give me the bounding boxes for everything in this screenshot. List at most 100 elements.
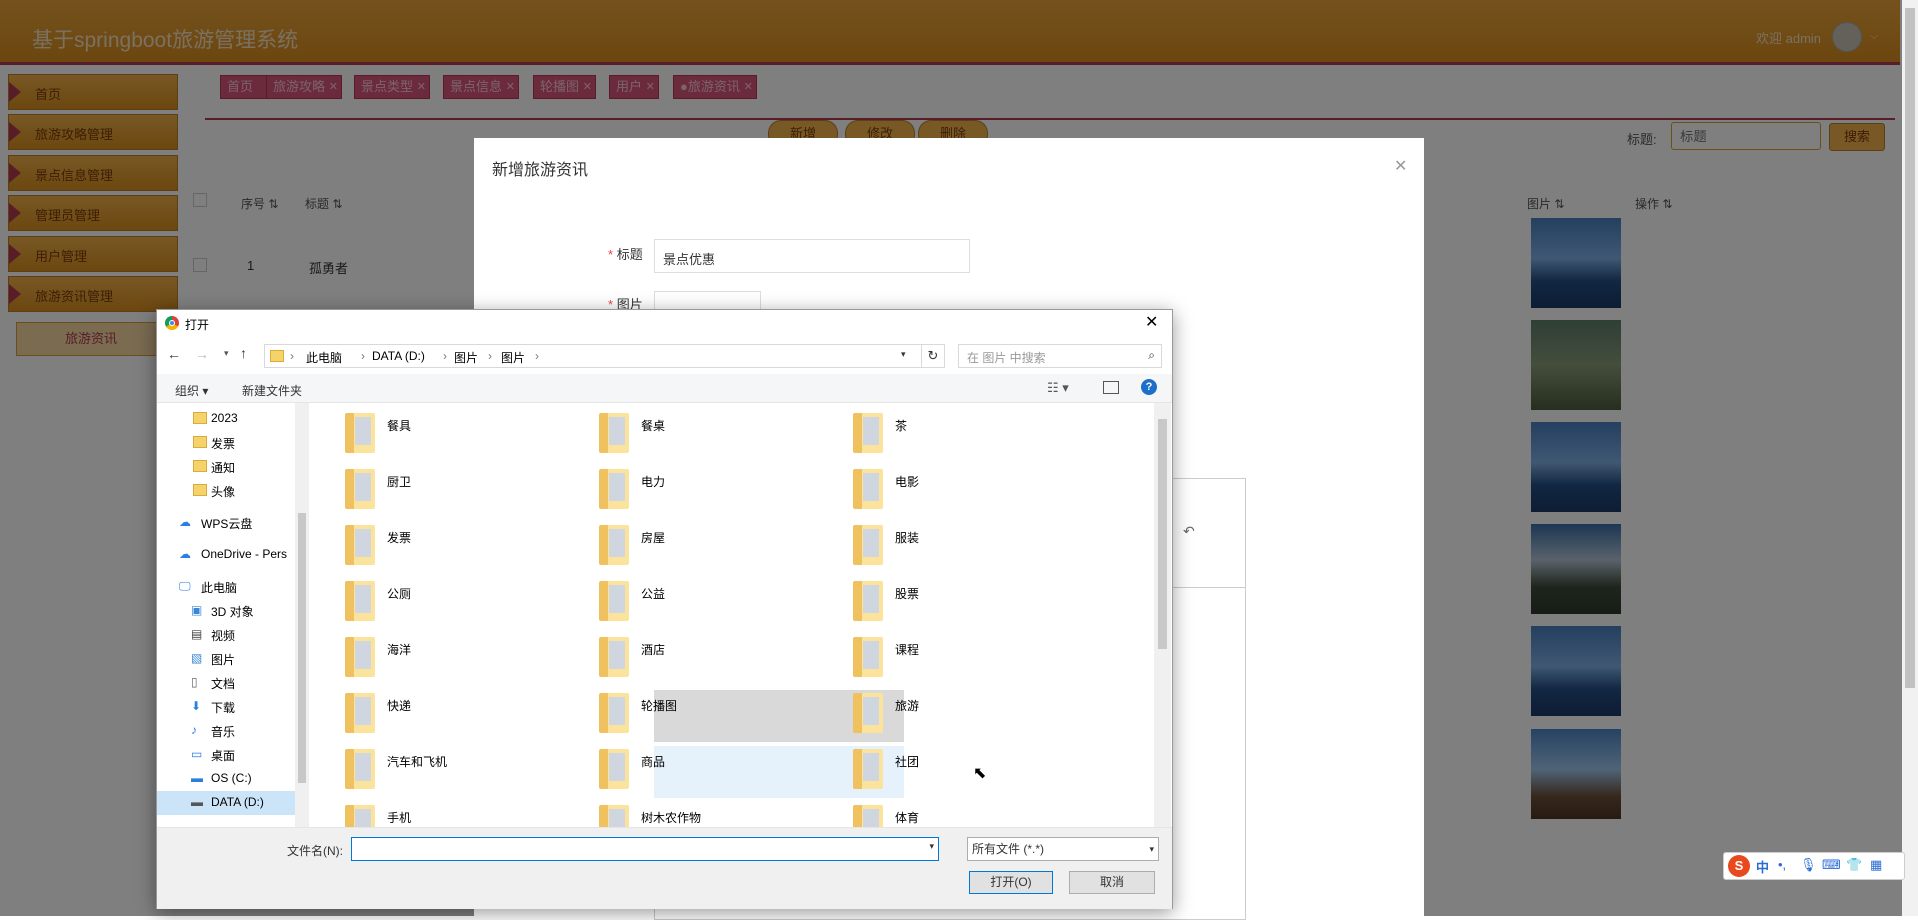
folder-grid: 餐具 餐桌 茶厨卫 电力 电影发票 房屋 服装公厕 公益 股票海洋 酒店 课程快递 轮播图 旅游汽车和飞…: [309, 403, 1154, 827]
folder-item[interactable]: 茶: [847, 407, 1097, 459]
folder-icon: [345, 469, 375, 509]
view-options-icon[interactable]: ☷ ▾: [1047, 380, 1069, 396]
tree-item[interactable]: ▤ 视频: [191, 627, 235, 644]
tree-item-selected[interactable]: ▬ DATA (D:): [157, 791, 295, 815]
folder-label: 电影: [895, 475, 920, 489]
punctuation-icon[interactable]: •,: [1778, 857, 1786, 872]
ime-mode[interactable]: 中: [1756, 857, 1769, 876]
scrollbar-thumb[interactable]: [1905, 8, 1915, 688]
address-bar[interactable]: › 此电脑 › DATA (D:) › 图片 › 图片 › ▾: [264, 344, 922, 368]
drive-icon: ▬: [191, 771, 203, 785]
keyboard-icon[interactable]: ⌨: [1822, 857, 1841, 873]
folder-label: 旅游: [895, 699, 920, 713]
ime-toolbar[interactable]: S 中 •, 🎙 ⌨ 👕 ▦: [1723, 852, 1905, 880]
close-icon[interactable]: ✕: [1145, 312, 1158, 332]
toolbox-icon[interactable]: ▦: [1870, 857, 1882, 873]
tree-item-wps[interactable]: ☁ WPS云盘: [179, 515, 252, 532]
sogou-icon[interactable]: S: [1728, 855, 1750, 877]
filetype-select[interactable]: 所有文件 (*.*) ▾: [967, 837, 1159, 861]
page-scrollbar[interactable]: [1902, 0, 1918, 916]
folder-item[interactable]: 树木农作物: [593, 799, 843, 827]
folder-label: 海洋: [387, 643, 412, 657]
tree-item[interactable]: 头像: [193, 483, 235, 500]
folder-item[interactable]: 股票: [847, 575, 1097, 627]
tree-item[interactable]: 2023: [193, 411, 238, 425]
chevron-down-icon[interactable]: ▾: [1149, 838, 1154, 860]
microphone-icon[interactable]: 🎙: [1800, 857, 1817, 873]
folder-item[interactable]: 手机: [339, 799, 589, 827]
help-icon[interactable]: ?: [1141, 379, 1157, 395]
title-input[interactable]: 景点优惠: [654, 239, 970, 273]
search-box[interactable]: 在 图片 中搜索 ⌕: [958, 344, 1162, 368]
tree-item[interactable]: ♪ 音乐: [191, 723, 235, 740]
folder-item[interactable]: 海洋: [339, 631, 589, 683]
folder-item[interactable]: 轮播图: [593, 687, 843, 739]
folder-icon: [853, 525, 883, 565]
folder-item[interactable]: 公益: [593, 575, 843, 627]
folder-item[interactable]: 体育: [847, 799, 1097, 827]
search-icon[interactable]: ⌕: [1148, 348, 1155, 363]
folder-icon: [599, 805, 629, 827]
folder-item[interactable]: 厨卫: [339, 463, 589, 515]
tree-item[interactable]: 通知: [193, 459, 235, 476]
tree-item[interactable]: ▬ OS (C:): [191, 771, 252, 785]
chrome-icon: [165, 316, 179, 330]
close-icon[interactable]: ✕: [1394, 156, 1407, 176]
folder-item[interactable]: 公厕: [339, 575, 589, 627]
folder-item[interactable]: 电力: [593, 463, 843, 515]
folder-item[interactable]: 汽车和飞机: [339, 743, 589, 795]
folder-item[interactable]: 课程: [847, 631, 1097, 683]
new-folder-button[interactable]: 新建文件夹: [242, 382, 302, 399]
folder-item[interactable]: 服装: [847, 519, 1097, 571]
tree-item-this-pc[interactable]: 🖵 此电脑: [179, 579, 237, 596]
folder-item[interactable]: 电影: [847, 463, 1097, 515]
open-button[interactable]: 打开(O): [969, 871, 1053, 894]
breadcrumb-pictures[interactable]: 图片: [454, 349, 478, 366]
3d-objects-icon: ▣: [191, 603, 203, 617]
tree-item[interactable]: 发票: [193, 435, 235, 452]
preview-pane-icon[interactable]: [1103, 381, 1119, 394]
back-icon[interactable]: ←: [167, 346, 181, 362]
content-scrollbar[interactable]: [1154, 403, 1171, 827]
folder-label: 餐具: [387, 419, 412, 433]
folder-icon: [599, 581, 629, 621]
tree-item[interactable]: ▧ 图片: [191, 651, 235, 668]
tree-item[interactable]: ▣ 3D 对象: [191, 603, 254, 620]
folder-item[interactable]: 酒店: [593, 631, 843, 683]
breadcrumb-pictures-sub[interactable]: 图片: [501, 349, 525, 366]
folder-label: 电力: [641, 475, 666, 489]
forward-icon[interactable]: →: [195, 346, 209, 362]
folder-item[interactable]: 快递: [339, 687, 589, 739]
breadcrumb-separator: ›: [290, 349, 294, 363]
undo-icon[interactable]: ↶: [1183, 523, 1195, 540]
chevron-down-icon[interactable]: ▾: [929, 841, 934, 852]
breadcrumb-separator: ›: [443, 349, 447, 363]
folder-item[interactable]: 餐具: [339, 407, 589, 459]
breadcrumb-this-pc[interactable]: 此电脑: [306, 349, 342, 366]
folder-item[interactable]: 餐桌: [593, 407, 843, 459]
chevron-down-icon[interactable]: ▾: [224, 348, 229, 359]
tree-item[interactable]: ▭ 桌面: [191, 747, 235, 764]
breadcrumb-drive[interactable]: DATA (D:): [372, 349, 425, 363]
folder-item[interactable]: 商品: [593, 743, 843, 795]
nav-scrollbar[interactable]: [295, 403, 309, 827]
tree-item[interactable]: ▯ 文档: [191, 675, 235, 692]
folder-item[interactable]: 旅游: [847, 687, 1097, 739]
folder-icon: [853, 693, 883, 733]
chevron-down-icon[interactable]: ▾: [901, 349, 906, 360]
skin-icon[interactable]: 👕: [1846, 857, 1862, 873]
folder-item[interactable]: 社团: [847, 743, 1097, 795]
folder-icon: [853, 637, 883, 677]
up-icon[interactable]: ↑: [240, 345, 247, 361]
modal-title: 新增旅游资讯: [492, 162, 589, 179]
document-icon: ▯: [191, 675, 198, 689]
folder-item[interactable]: 房屋: [593, 519, 843, 571]
filename-input[interactable]: ▾: [351, 837, 939, 861]
tree-item-onedrive[interactable]: ☁ OneDrive - Pers: [179, 547, 287, 561]
folder-icon: [599, 637, 629, 677]
organize-menu[interactable]: 组织 ▾: [175, 382, 208, 399]
tree-item[interactable]: ⬇ 下载: [191, 699, 235, 716]
folder-item[interactable]: 发票: [339, 519, 589, 571]
refresh-icon[interactable]: ↻: [921, 344, 945, 368]
cancel-button[interactable]: 取消: [1069, 871, 1155, 894]
